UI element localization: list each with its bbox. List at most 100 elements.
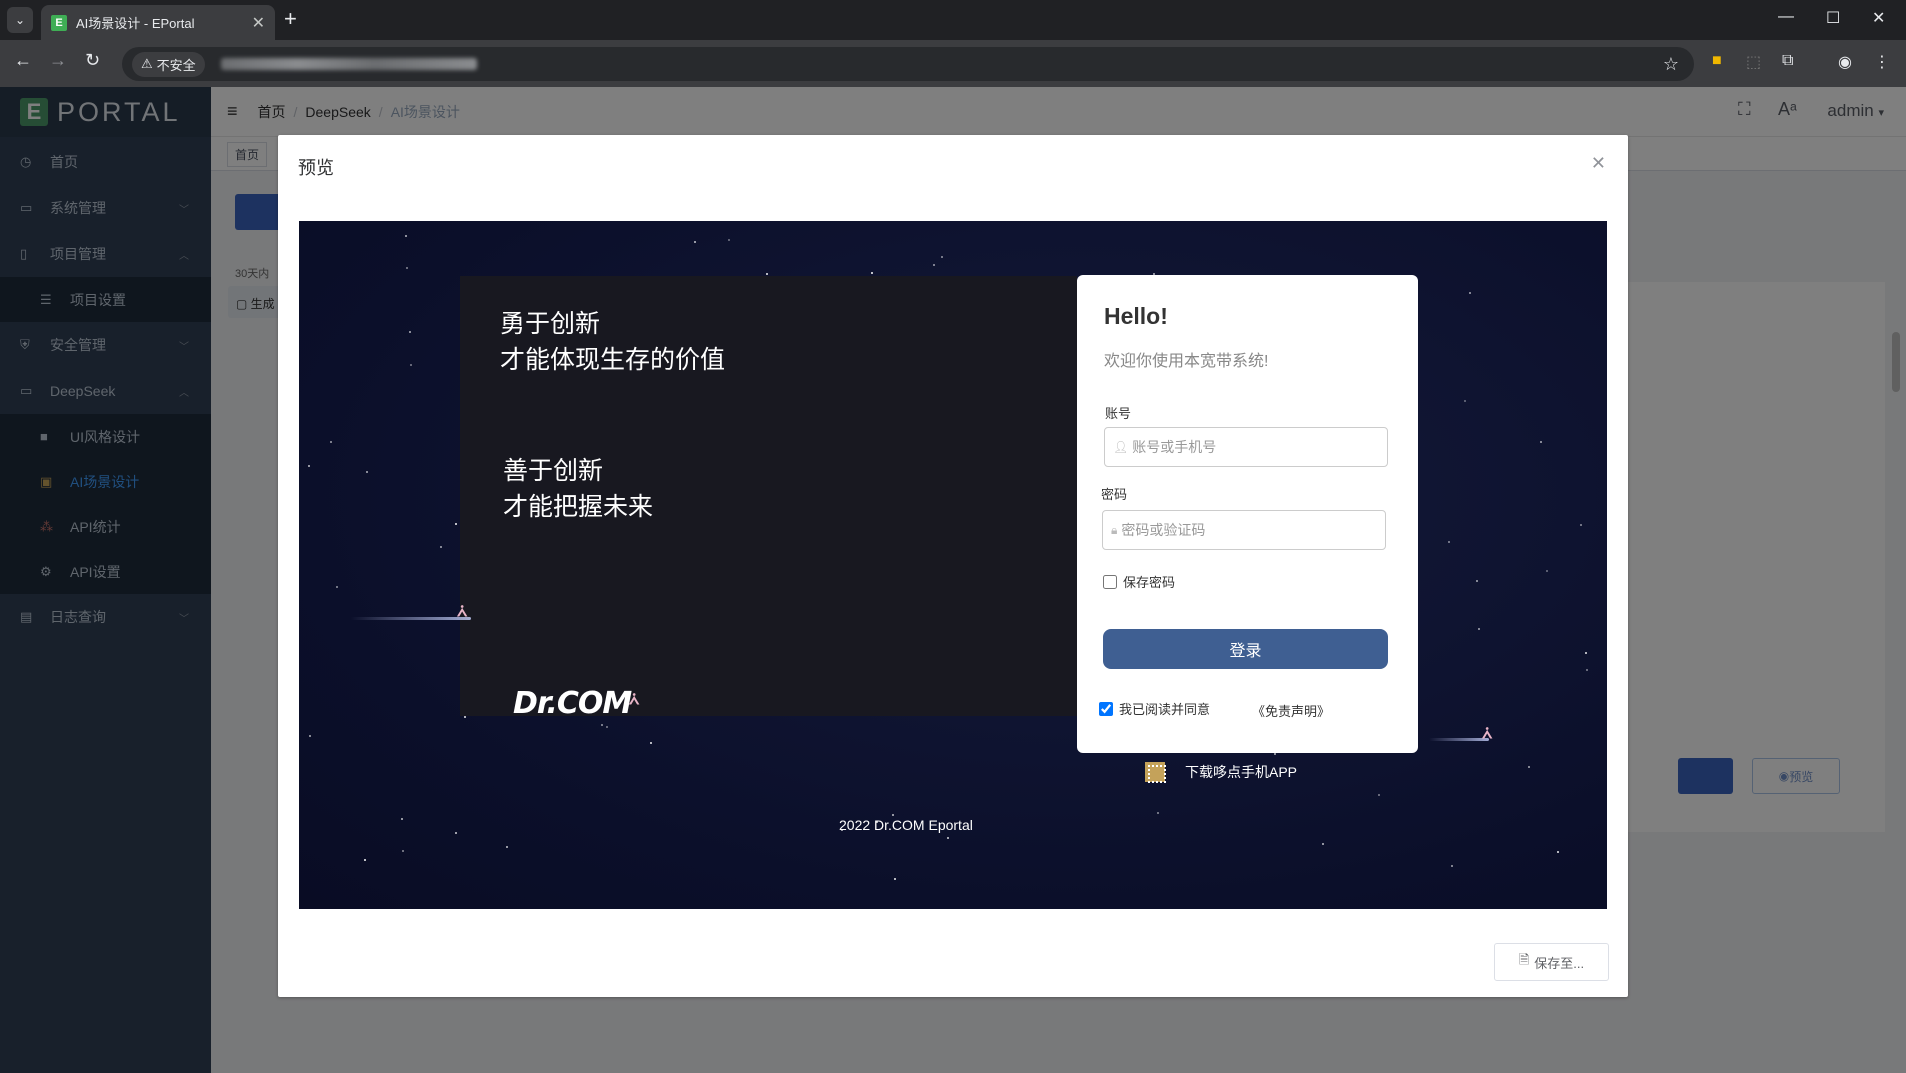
copyright: 2022 Dr.COM Eportal [839,817,973,833]
account-label: 账号 [1105,406,1132,421]
star-dot [336,586,338,588]
star-dot [728,239,730,241]
login-button[interactable]: 登录 [1103,629,1388,669]
star-dot [1580,524,1582,526]
login-welcome: 欢迎你使用本宽带系统! [1104,353,1269,370]
star-dot [1378,794,1380,796]
screenshot-icon[interactable]: ⬚ [1746,52,1761,72]
remember-checkbox[interactable]: 保存密码 [1103,572,1175,591]
star-dot [405,235,407,237]
remember-label: 保存密码 [1123,575,1176,590]
star-dot [464,716,466,718]
disclaimer-link[interactable]: 《免责声明》 [1252,701,1330,720]
extensions-puzzle-icon[interactable]: ⧉ [1782,52,1793,70]
profile-icon[interactable]: ◉ [1838,52,1852,72]
favicon-icon: E [51,14,67,31]
star-dot [1322,843,1324,845]
save-to-button[interactable]: 🗎︎ 保存至... [1494,943,1609,981]
star-dot [871,272,873,274]
star-dot [1274,753,1276,755]
app-download[interactable]: 下载哆点手机APP [1145,762,1298,783]
qrcode-icon [1145,762,1166,783]
new-tab-icon[interactable]: + [284,8,297,30]
star-dot [1528,766,1530,768]
login-box: Hello! 欢迎你使用本宽带系统! 账号 👤︎ 账号或手机号 密码 🔒︎ 密码或验… [1077,275,1418,753]
star-dot [1586,669,1588,671]
star-dot [1448,541,1450,543]
password-label: 密码 [1101,487,1128,502]
login-hello: Hello! [1104,303,1168,329]
star-dot [1476,580,1478,582]
star-dot [1478,628,1480,630]
browser-tab[interactable]: E AI场景设计 - EPortal ✕ [41,5,275,40]
star-dot [401,818,403,820]
account-input[interactable]: 👤︎ 账号或手机号 [1104,427,1388,467]
star-dot [1585,652,1587,654]
star-dot [694,241,696,243]
star-dot [1464,400,1466,402]
drcom-logo: Dr.COM [513,686,632,721]
browser-tabbar: ⌄ E AI场景设计 - EPortal ✕ + — ☐ ✕ [0,0,1906,40]
url-blurred [220,58,477,70]
tab-title: AI场景设计 - EPortal [76,16,195,31]
rocket-trail [1429,738,1489,741]
bookmark-star-icon[interactable]: ☆ [1663,54,1679,75]
agree-checkbox-input[interactable] [1099,701,1113,716]
star-dot [455,523,457,525]
star-dot [402,850,404,852]
star-dot [364,859,366,861]
star-dot [1540,441,1542,443]
star-dot [1451,865,1453,867]
star-dot [941,256,943,258]
star-dot [933,264,935,266]
maximize-icon[interactable]: ☐ [1826,8,1840,28]
remember-checkbox-input[interactable] [1103,574,1117,589]
more-menu-icon[interactable]: ⋮ [1874,52,1890,72]
dialog-title: 预览 [298,158,334,178]
star-dot [1157,812,1159,814]
agree-label: 我已阅读并同意 [1119,702,1211,717]
slogan-1: 勇于创新 才能体现生存的价值 [500,306,725,378]
slogan-1-line-1: 勇于创新 [500,310,601,338]
star-dot [309,735,311,737]
star-dot [766,273,768,275]
star-dot [1546,570,1548,572]
forward-icon[interactable]: → [49,50,67,71]
star-dot [409,331,411,333]
star-dot [506,846,508,848]
star-dot [440,546,442,548]
back-icon[interactable]: ← [14,50,32,71]
slogan-2: 善于创新 才能把握未来 [503,453,653,525]
reload-icon[interactable]: ↻ [85,50,100,71]
extension-icon[interactable]: ■ [1712,52,1722,70]
security-indicator[interactable]: ⚠ 不安全 [132,51,205,77]
star-dot [601,724,603,726]
preview-stage: 勇于创新 才能体现生存的价值 善于创新 才能把握未来 Dr.COM ⩑ ⩑ ⩑ … [299,221,1607,909]
window-close-icon[interactable]: ✕ [1872,8,1885,28]
slogan-2-line-2: 才能把握未来 [503,493,654,521]
star-dot [1557,851,1559,853]
address-bar[interactable]: ⚠ 不安全 ☆ [122,47,1694,81]
save-to-label: 保存至... [1534,955,1585,971]
password-input[interactable]: 🔒︎ 密码或验证码 [1102,510,1386,550]
tab-list-icon[interactable]: ⌄ [7,7,33,33]
rocket-icon: ⩑ [1482,723,1493,742]
app-download-label: 下载哆点手机APP [1185,764,1298,780]
star-dot [1469,292,1471,294]
account-placeholder: 账号或手机号 [1132,439,1217,455]
star-dot [455,832,457,834]
star-dot [410,364,412,366]
star-dot [406,267,408,269]
star-dot [894,878,896,880]
rocket-icon: ⩑ [629,689,640,708]
star-dot [330,441,332,443]
close-icon[interactable]: ✕ [1591,153,1606,174]
agree-checkbox[interactable]: 我已阅读并同意 [1099,699,1210,718]
tab-close-icon[interactable]: ✕ [252,13,265,33]
warning-icon: ⚠ [141,56,153,71]
slogan-1-line-2: 才能体现生存的价值 [500,346,726,374]
minimize-icon[interactable]: — [1778,8,1794,26]
slogan-panel: 勇于创新 才能体现生存的价值 善于创新 才能把握未来 Dr.COM [460,276,1077,721]
user-icon: 👤︎ [1113,440,1129,454]
lock-icon: 🔒︎ [1111,522,1118,537]
